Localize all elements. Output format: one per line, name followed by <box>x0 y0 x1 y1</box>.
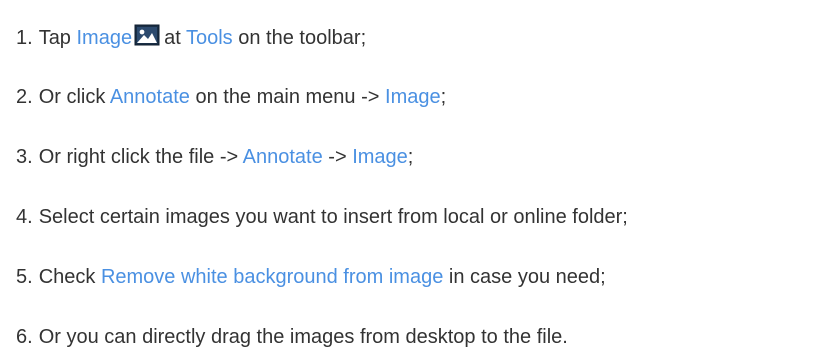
step-5: 5. Check Remove white background from ima… <box>16 265 606 289</box>
step-text: -> <box>328 146 347 168</box>
step-text: ; <box>440 86 447 108</box>
step-text: Or you can directly drag the images from… <box>38 326 568 348</box>
step-text: ; <box>407 146 414 168</box>
step-text: Tap <box>38 27 71 49</box>
step-number: 5. <box>16 266 33 288</box>
step-3: 3. Or right click the file -> Annotate ->… <box>16 145 413 169</box>
step-6: 6. Or you can directly drag the images fr… <box>16 325 568 349</box>
image-link[interactable]: Image <box>77 27 133 49</box>
step-2: 2. Or click Annotate on the main menu -> … <box>16 85 446 109</box>
step-text: at <box>164 27 181 49</box>
image-link[interactable]: Image <box>385 86 441 108</box>
step-text: Select certain images you want to insert… <box>38 206 628 228</box>
step-4: 4. Select certain images you want to inse… <box>16 205 628 229</box>
image-icon[interactable] <box>134 24 160 46</box>
step-text: Or click <box>38 86 106 108</box>
remove-white-background-link[interactable]: Remove white background from image <box>101 266 443 288</box>
tools-link[interactable]: Tools <box>186 27 233 49</box>
step-text: on the main menu -> <box>195 86 380 108</box>
annotate-link[interactable]: Annotate <box>110 86 190 108</box>
step-text: on the toolbar; <box>238 27 367 49</box>
step-number: 3. <box>16 146 33 168</box>
step-number: 4. <box>16 206 33 228</box>
step-number: 6. <box>16 326 33 348</box>
instruction-list: 1. Tap Image at Tools on the toolbar; 2. O… <box>0 0 836 356</box>
step-number: 1. <box>16 27 33 49</box>
image-link[interactable]: Image <box>352 146 408 168</box>
step-text: Check <box>38 266 96 288</box>
step-1: 1. Tap Image at Tools on the toolbar; <box>16 24 366 50</box>
step-text: in case you need; <box>448 266 606 288</box>
step-number: 2. <box>16 86 33 108</box>
step-text: Or right click the file -> <box>38 146 239 168</box>
annotate-link[interactable]: Annotate <box>243 146 323 168</box>
